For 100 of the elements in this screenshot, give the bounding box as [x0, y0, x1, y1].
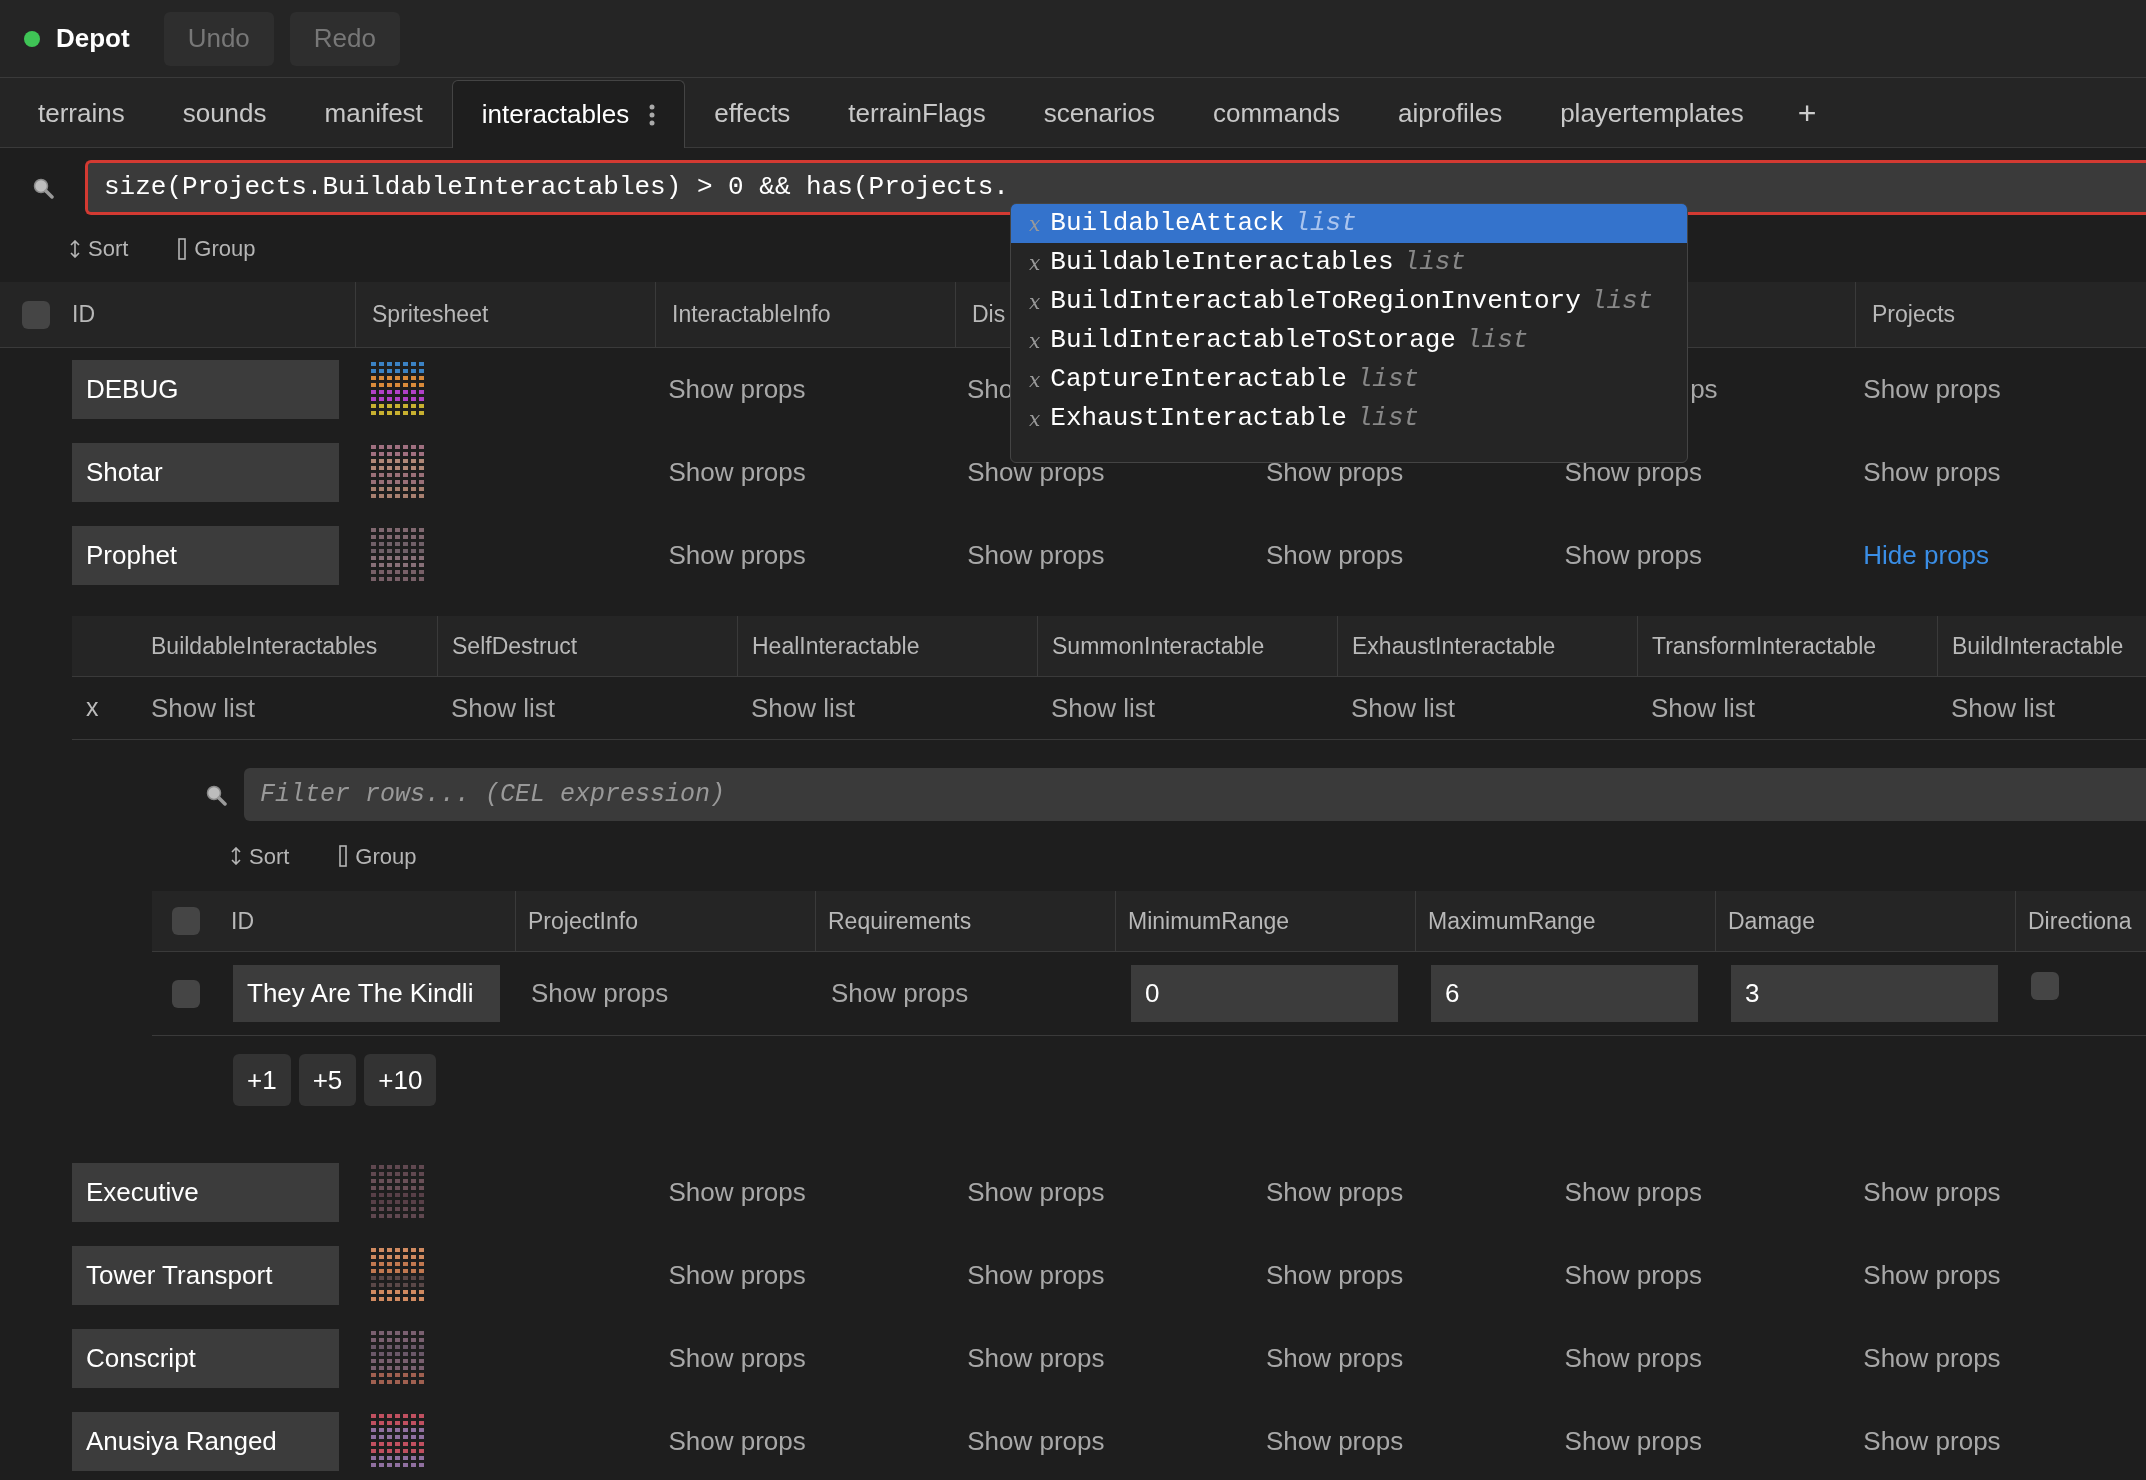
column-header: Requirements	[828, 906, 972, 936]
show-props-link[interactable]: Show props	[1863, 1173, 2001, 1212]
show-props-link[interactable]: Show props	[1863, 1339, 2001, 1378]
checkbox[interactable]	[171, 907, 200, 935]
add-rows-button[interactable]: +10	[364, 1054, 437, 1106]
show-props-link[interactable]: Show props	[831, 974, 969, 1013]
show-props-link[interactable]: Show props	[1265, 453, 1404, 492]
show-props-link[interactable]: Show props	[668, 370, 806, 409]
show-props-link[interactable]: Show props	[668, 1173, 806, 1212]
show-list-link[interactable]: Show list	[151, 688, 256, 728]
id-field[interactable]: They Are The Kindli	[233, 965, 500, 1022]
show-props-link[interactable]: Show props	[1265, 1173, 1404, 1212]
id-field[interactable]: Conscript	[72, 1329, 339, 1388]
show-props-link[interactable]: Show props	[1564, 1422, 1702, 1461]
checkbox[interactable]	[22, 300, 50, 329]
hide-props-link[interactable]: Hide props	[1863, 536, 1990, 575]
tab[interactable]: terrains	[9, 79, 154, 147]
variable-icon: x	[1029, 247, 1041, 278]
tab[interactable]: interactables	[451, 80, 686, 148]
show-props-link[interactable]: Show props	[1564, 1256, 1702, 1295]
show-list-link[interactable]: Show list	[1951, 688, 2056, 728]
show-props-link[interactable]: Show props	[967, 1256, 1105, 1295]
show-list-link[interactable]: Show list	[751, 688, 856, 728]
show-list-link[interactable]: Show list	[1351, 688, 1456, 728]
column-header: Dis	[972, 300, 1006, 330]
show-props-link[interactable]: Show props	[1564, 536, 1702, 575]
id-field[interactable]: Tower Transport	[72, 1246, 339, 1305]
sort-button[interactable]: Sort	[70, 232, 129, 265]
show-props-link[interactable]: Show props	[1564, 453, 1702, 492]
show-props-link[interactable]: Show props	[1564, 1339, 1702, 1378]
number-field[interactable]: 0	[1131, 965, 1398, 1022]
show-props-link[interactable]: Show props	[967, 1422, 1105, 1461]
suggestion-type: list	[1403, 246, 1466, 279]
show-props-link[interactable]: Show props	[1265, 1339, 1404, 1378]
suggestion-name: BuildInteractableToStorage	[1050, 324, 1456, 357]
suggestion-item[interactable]: x ExhaustInteractable list	[1011, 399, 1687, 438]
show-props-link[interactable]: Show props	[1265, 536, 1404, 575]
show-props-link[interactable]: ps	[1690, 370, 1718, 409]
spritesheet-thumbnail	[370, 1330, 426, 1387]
show-props-link[interactable]: Show props	[668, 453, 806, 492]
show-list-link[interactable]: Show list	[1651, 688, 1756, 728]
column-header: Directiona	[2028, 906, 2132, 936]
tab[interactable]: sounds	[153, 79, 296, 147]
add-rows-button[interactable]: +5	[298, 1054, 357, 1106]
checkbox[interactable]	[2031, 972, 2059, 1000]
tab[interactable]: playertemplates	[1531, 79, 1773, 147]
add-rows-button[interactable]: +1	[233, 1054, 291, 1106]
show-props-link[interactable]: Show props	[1564, 1173, 1702, 1212]
number-field[interactable]: 6	[1431, 965, 1698, 1022]
id-field[interactable]: DEBUG	[72, 360, 339, 419]
suggestion-item[interactable]: x CaptureInteractable list	[1011, 360, 1687, 399]
show-list-link[interactable]: Show list	[1051, 688, 1156, 728]
suggestion-item[interactable]: x BuildableAttack list	[1011, 204, 1687, 243]
tab[interactable]: manifest	[295, 79, 452, 147]
tab[interactable]: aiprofiles	[1369, 79, 1532, 147]
show-list-link[interactable]: Show list	[451, 688, 556, 728]
sort-button[interactable]: Sort	[231, 839, 290, 873]
show-props-link[interactable]: Show props	[1863, 1256, 2001, 1295]
column-header: ID	[231, 906, 254, 936]
group-button[interactable]: Group	[339, 839, 417, 873]
spritesheet-thumbnail	[370, 1164, 426, 1221]
group-button[interactable]: Group	[178, 232, 256, 265]
id-field[interactable]: Prophet	[72, 526, 339, 585]
show-props-link[interactable]: Show props	[668, 1339, 806, 1378]
bracket-icon	[339, 845, 348, 867]
tab[interactable]: scenarios	[1014, 79, 1184, 147]
show-props-link[interactable]: Show props	[1863, 370, 2001, 409]
more-icon	[649, 103, 656, 126]
show-props-link[interactable]: Show props	[668, 1422, 806, 1461]
column-header: BuildInteractable	[1952, 631, 2124, 661]
column-header: ExhaustInteractable	[1352, 631, 1556, 661]
suggestion-item[interactable]: x BuildInteractableToStorage list	[1011, 321, 1687, 360]
id-field[interactable]: Anusiya Ranged	[72, 1412, 339, 1471]
suggestion-item[interactable]: x BuildableInteractables list	[1011, 243, 1687, 282]
suggestion-name: BuildableInteractables	[1050, 246, 1394, 279]
show-props-link[interactable]: Show props	[967, 1173, 1105, 1212]
id-field[interactable]: Executive	[72, 1163, 339, 1222]
tab[interactable]: terrainFlags	[819, 79, 1015, 147]
show-props-link[interactable]: Show props	[1863, 453, 2001, 492]
tab[interactable]: effects	[685, 79, 820, 147]
show-props-link[interactable]: Show props	[531, 974, 669, 1013]
filter-field[interactable]: Filter rows... (CEL expression)	[244, 768, 2146, 821]
show-props-link[interactable]: Show props	[967, 453, 1105, 492]
show-props-link[interactable]: Show props	[1863, 1422, 2001, 1461]
show-props-link[interactable]: Show props	[967, 536, 1105, 575]
variable-icon: x	[1029, 364, 1041, 395]
column-header: HealInteractable	[752, 631, 920, 661]
show-props-link[interactable]: Show props	[967, 1339, 1105, 1378]
remove-button[interactable]: x	[86, 689, 99, 727]
tab[interactable]: commands	[1183, 79, 1370, 147]
show-props-link[interactable]: Show props	[1265, 1422, 1404, 1461]
column-header: InteractableInfo	[672, 300, 831, 330]
add-tab-button[interactable]: +	[1772, 79, 1842, 147]
checkbox[interactable]	[171, 979, 200, 1008]
number-field[interactable]: 3	[1731, 965, 1998, 1022]
show-props-link[interactable]: Show props	[668, 536, 806, 575]
show-props-link[interactable]: Show props	[1265, 1256, 1404, 1295]
show-props-link[interactable]: Show props	[668, 1256, 806, 1295]
id-field[interactable]: Shotar	[72, 443, 339, 502]
suggestion-item[interactable]: x BuildInteractableToRegionInventory list	[1011, 282, 1687, 321]
